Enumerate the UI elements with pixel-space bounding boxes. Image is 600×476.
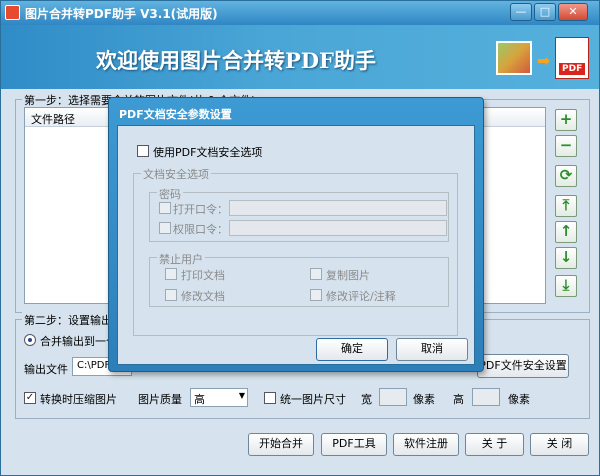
arrow-right-icon: ➡ (537, 51, 551, 70)
open-password-checkbox[interactable] (159, 202, 171, 214)
use-security-label: 使用PDF文档安全选项 (153, 146, 263, 159)
password-label: 密码 (157, 186, 183, 202)
image-quality-select[interactable]: 高 ▼ (190, 388, 248, 407)
copy-image-checkbox[interactable] (310, 268, 322, 280)
image-quality-value: 高 (194, 393, 205, 406)
print-doc-checkbox[interactable] (165, 268, 177, 280)
forbid-label: 禁止用户 (157, 251, 205, 267)
width-label: 宽 (361, 393, 372, 406)
refresh-icon: ⟳ (559, 166, 573, 184)
maximize-button[interactable]: □ (534, 3, 556, 21)
pdf-badge: PDF (559, 63, 586, 75)
close-button[interactable]: 关 闭 (530, 433, 589, 456)
output-file-label: 输出文件 (24, 363, 68, 376)
move-bottom-button[interactable]: ⤓ (555, 275, 577, 297)
move-bottom-icon: ⤓ (562, 276, 570, 294)
modify-doc-label: 修改文档 (181, 290, 225, 303)
open-password-label: 打开口令： (173, 203, 228, 216)
modify-doc-checkbox[interactable] (165, 289, 177, 301)
minus-icon: − (559, 136, 573, 154)
register-button[interactable]: 软件注册 (393, 433, 459, 456)
use-security-checkbox[interactable] (137, 145, 149, 157)
cancel-button[interactable]: 取消 (396, 338, 468, 361)
move-top-button[interactable]: ⤒ (555, 195, 577, 217)
height-input[interactable] (472, 388, 500, 406)
move-down-button[interactable]: ↓ (555, 247, 577, 269)
banner-title: 欢迎使用图片合并转PDF助手 (96, 48, 376, 73)
plus-icon: + (559, 110, 573, 128)
height-unit-label: 像素 (508, 393, 530, 406)
refresh-button[interactable]: ⟳ (555, 165, 577, 187)
copy-image-label: 复制图片 (326, 269, 370, 282)
title-bar: 图片合并转PDF助手 V3.1(试用版) — □ ✕ (1, 1, 599, 25)
permission-password-input[interactable] (229, 220, 447, 236)
open-password-input[interactable] (229, 200, 447, 216)
close-window-button[interactable]: ✕ (558, 3, 588, 21)
unify-size-label: 统一图片尺寸 (280, 393, 346, 406)
pdf-file-icon: PDF (555, 37, 589, 79)
window-title: 图片合并转PDF助手 V3.1(试用版) (25, 7, 218, 21)
about-button[interactable]: 关 于 (465, 433, 524, 456)
app-icon (5, 5, 20, 20)
height-label: 高 (453, 393, 464, 406)
welcome-banner: 欢迎使用图片合并转PDF助手 ➡ PDF (1, 25, 599, 89)
remove-file-button[interactable]: − (555, 135, 577, 157)
merge-single-label: 合并输出到一个 (40, 335, 117, 348)
dialog-body: 使用PDF文档安全选项 文档安全选项 密码 打开口令： 权限口令： 禁止用户 打… (117, 125, 475, 365)
move-top-icon: ⤒ (562, 196, 570, 214)
move-down-icon: ↓ (559, 248, 573, 266)
image-icon (496, 41, 532, 75)
security-dialog: PDF文档安全参数设置 使用PDF文档安全选项 文档安全选项 密码 打开口令： … (108, 97, 484, 372)
add-file-button[interactable]: + (555, 109, 577, 131)
permission-password-label: 权限口令： (173, 223, 228, 236)
compress-image-label: 转换时压缩图片 (40, 393, 117, 406)
move-up-button[interactable]: ↑ (555, 221, 577, 243)
pdf-tool-button[interactable]: PDF工具 (321, 433, 387, 456)
width-input[interactable] (379, 388, 407, 406)
move-up-icon: ↑ (559, 222, 573, 240)
dialog-title: PDF文档安全参数设置 (119, 108, 232, 121)
ok-button[interactable]: 确定 (316, 338, 388, 361)
permission-password-checkbox[interactable] (159, 222, 171, 234)
compress-image-checkbox[interactable]: ✓ (24, 392, 36, 404)
chevron-down-icon: ▼ (238, 391, 245, 400)
modify-comment-checkbox[interactable] (310, 289, 322, 301)
width-unit-label: 像素 (413, 393, 435, 406)
image-quality-label: 图片质量 (138, 393, 182, 406)
pdf-security-settings-button[interactable]: PDF文件安全设置 (477, 354, 569, 378)
merge-single-radio[interactable] (24, 334, 36, 346)
unify-size-checkbox[interactable] (264, 392, 276, 404)
print-doc-label: 打印文档 (181, 269, 225, 282)
security-options-label: 文档安全选项 (141, 166, 211, 182)
start-merge-button[interactable]: 开始合并 (248, 433, 314, 456)
modify-comment-label: 修改评论/注释 (326, 290, 396, 303)
minimize-button[interactable]: — (510, 3, 532, 21)
